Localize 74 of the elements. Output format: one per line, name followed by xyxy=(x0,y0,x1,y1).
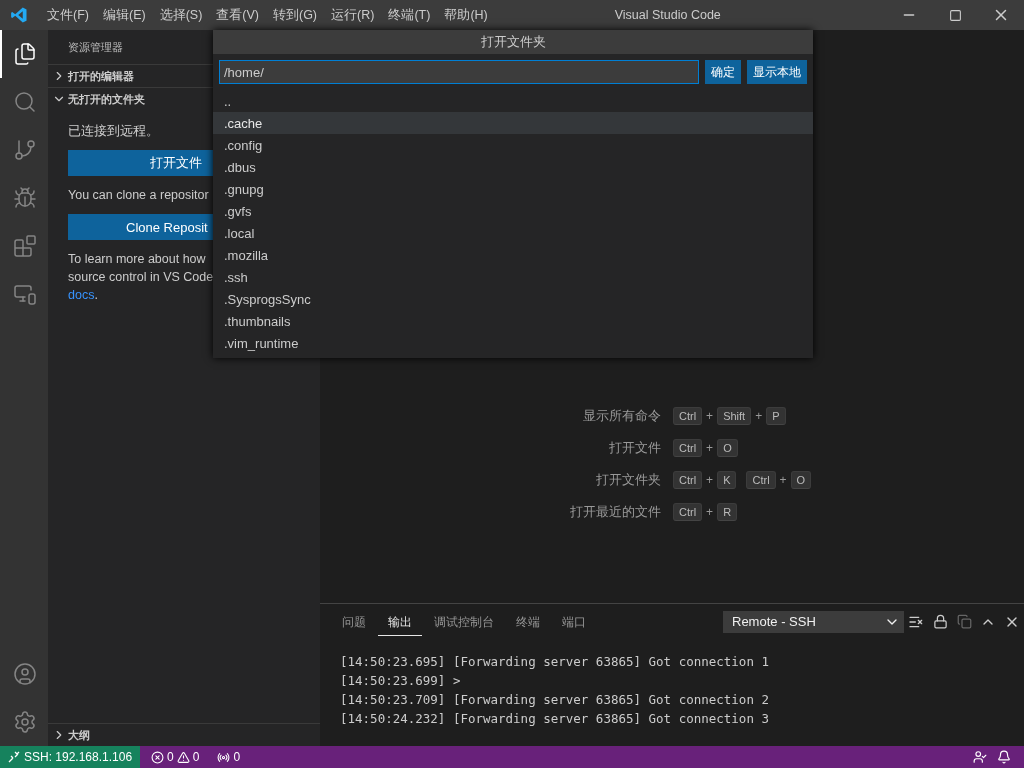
sidebar-title: 资源管理器 xyxy=(67,39,124,55)
folder-item[interactable]: .mozilla xyxy=(213,244,813,266)
key-cap: Ctrl xyxy=(673,407,703,425)
shortcut-label: 打开文件夹 xyxy=(595,471,662,489)
key-cap: Ctrl xyxy=(673,439,703,457)
ports-indicator[interactable]: 0 xyxy=(212,750,246,764)
remote-host: SSH: 192.168.1.106 xyxy=(24,750,133,764)
folder-item[interactable]: .gvfs xyxy=(213,200,813,222)
key-cap: Ctrl xyxy=(673,471,703,489)
folder-item[interactable]: .dbus xyxy=(213,156,813,178)
key-cap: O xyxy=(790,471,812,489)
output-line: [14:50:23.709] [Forwarding server 63865] Got connection 2 xyxy=(340,691,770,709)
sidebar-text: To learn more about how xyxy=(68,251,206,268)
menu-item[interactable]: 编辑(E) xyxy=(95,6,153,24)
key-cap: Shift xyxy=(717,407,752,425)
section-header[interactable]: 大纲 xyxy=(68,727,90,743)
panel-tab[interactable]: 输出 xyxy=(378,607,422,636)
menu-item[interactable]: 帮助(H) xyxy=(437,6,495,24)
output-line: [14:50:23.699] > xyxy=(340,672,462,690)
shortcut-label: 打开文件 xyxy=(608,439,662,457)
problems-indicator[interactable]: 0 0 xyxy=(146,750,205,764)
sidebar-text: 已连接到远程。 xyxy=(68,123,159,140)
menu-item[interactable]: 终端(T) xyxy=(381,6,438,24)
sidebar-button[interactable]: 打开文件 xyxy=(68,150,213,176)
menu-item[interactable]: 查看(V) xyxy=(209,6,266,24)
folder-item[interactable]: .vim_runtime xyxy=(213,332,813,354)
shortcut-label: 打开最近的文件 xyxy=(569,503,662,521)
window-title: Visual Studio Code xyxy=(614,8,722,22)
remote-icon xyxy=(8,751,20,763)
dialog-button[interactable]: 显示本地 xyxy=(747,60,807,84)
plus-sign: + xyxy=(755,409,763,423)
section-header[interactable]: 无打开的文件夹 xyxy=(68,91,145,107)
maximize-icon[interactable] xyxy=(948,8,962,22)
period-text: . xyxy=(94,288,98,302)
sidebar-text: source control in VS Code xyxy=(68,269,214,286)
key-cap: K xyxy=(717,471,737,489)
folder-item[interactable]: .SysprogsSync xyxy=(213,288,813,310)
section-header[interactable]: 打开的编辑器 xyxy=(68,68,134,84)
sidebar-text: You can clone a repositor xyxy=(68,187,209,204)
channel-dropdown[interactable]: Remote - SSH xyxy=(723,610,904,633)
plus-sign: + xyxy=(706,505,714,519)
panel-tab[interactable]: 问题 xyxy=(332,607,376,636)
plus-sign: + xyxy=(779,473,787,487)
dialog-button[interactable]: 确定 xyxy=(705,60,741,84)
remote-indicator[interactable]: SSH: 192.168.1.106 xyxy=(0,746,141,768)
menu-item[interactable]: 选择(S) xyxy=(152,6,210,24)
folder-item[interactable]: .cache xyxy=(213,112,813,134)
panel-tab[interactable]: 调试控制台 xyxy=(424,607,504,636)
folder-item[interactable]: .local xyxy=(213,222,813,244)
menu-item[interactable]: 文件(F) xyxy=(40,6,96,24)
key-cap: P xyxy=(766,407,786,425)
folder-item[interactable]: .gnupg xyxy=(213,178,813,200)
path-field[interactable]: /home/ xyxy=(219,60,699,84)
plus-sign: + xyxy=(706,473,714,487)
key-cap: Ctrl xyxy=(746,471,776,489)
key-cap: Ctrl xyxy=(673,503,703,521)
panel-tab[interactable]: 端口 xyxy=(552,607,596,636)
panel-tab[interactable]: 终端 xyxy=(506,607,550,636)
menu-item[interactable]: 转到(G) xyxy=(266,6,325,24)
output-line: [14:50:23.695] [Forwarding server 63865] Got connection 1 xyxy=(340,653,770,671)
key-cap: O xyxy=(717,439,738,457)
shortcut-label: 显示所有命令 xyxy=(582,407,662,425)
quick-pick-title: 打开文件夹 xyxy=(213,30,813,54)
plus-sign: + xyxy=(706,441,714,455)
menu-item[interactable]: 运行(R) xyxy=(324,6,382,24)
folder-item[interactable]: .config xyxy=(213,134,813,156)
output-line: [14:50:24.232] [Forwarding server 63865] Got connection 3 xyxy=(340,710,770,728)
folder-item[interactable]: .thumbnails xyxy=(213,310,813,332)
key-cap: R xyxy=(717,503,738,521)
plus-sign: + xyxy=(706,409,714,423)
folder-item[interactable]: .ssh xyxy=(213,266,813,288)
vscode-logo xyxy=(10,6,28,24)
folder-item[interactable]: .. xyxy=(213,90,813,112)
sidebar-button[interactable]: Clone Reposit xyxy=(68,214,213,240)
